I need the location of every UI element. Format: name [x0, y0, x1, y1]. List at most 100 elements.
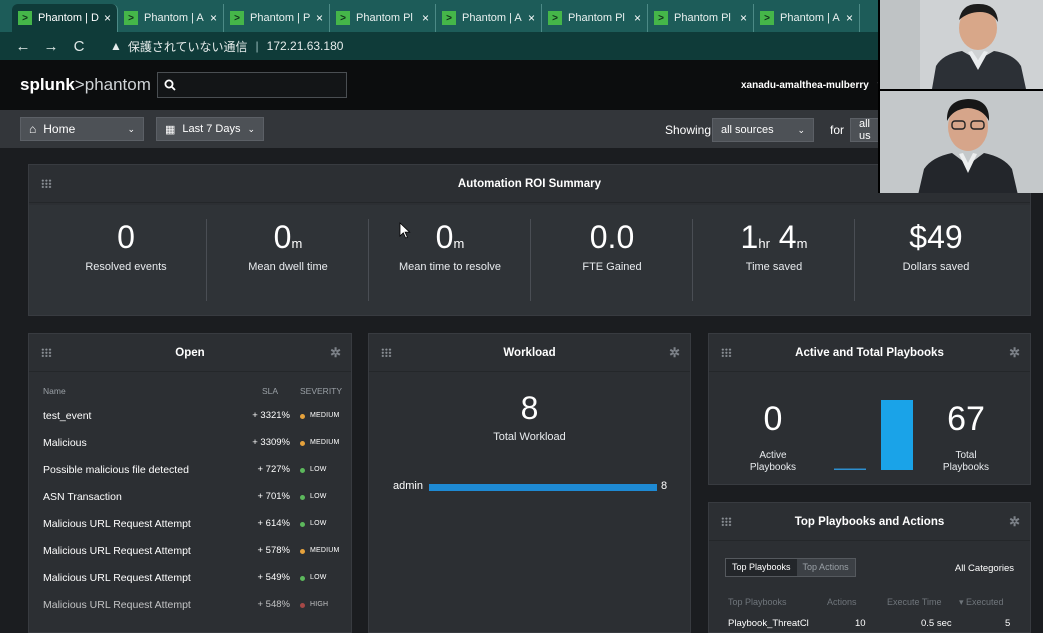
forward-icon[interactable]: → [40, 38, 62, 55]
gear-icon[interactable]: ✲ [1009, 345, 1020, 361]
drag-handle-icon[interactable] [721, 517, 732, 526]
drag-handle-icon[interactable] [381, 348, 392, 357]
splunk-phantom-logo[interactable]: splunk>phantom [20, 75, 151, 95]
close-icon[interactable]: × [528, 11, 535, 25]
col-severity-header[interactable]: SEVERITY [300, 386, 342, 396]
screen: > Phantom | D × > Phantom | A × > Phantom | P × >… [0, 0, 1043, 633]
gear-icon[interactable]: ✲ [1009, 514, 1020, 530]
close-icon[interactable]: × [846, 11, 853, 25]
close-icon[interactable]: × [316, 11, 323, 25]
close-icon[interactable]: × [210, 11, 217, 25]
sources-dropdown[interactable]: all sources ⌄ [712, 118, 814, 142]
date-range-dropdown[interactable]: ▦ Last 7 Days ⌄ [156, 117, 264, 141]
browser-tab[interactable]: > Phantom | P × [224, 4, 330, 32]
search-box[interactable] [157, 72, 347, 98]
table-row[interactable]: ASN Transaction + 701% LOW [29, 485, 351, 512]
metric-divider [692, 219, 693, 301]
browser-tab[interactable]: > Phantom | A × [436, 4, 542, 32]
metric-number: $49 [909, 219, 963, 255]
playbooks-bar-chart [834, 400, 913, 471]
gear-icon[interactable]: ✲ [669, 345, 680, 361]
playbooks-title: Active and Total Playbooks [795, 346, 944, 359]
browser-tab[interactable]: > Phantom Pl × [330, 4, 436, 32]
browser-tab[interactable]: > Phantom Pl × [542, 4, 648, 32]
browser-tab[interactable]: > Phantom | D × [12, 4, 118, 32]
event-name[interactable]: Malicious URL Request Attempt [43, 572, 191, 584]
bar-active[interactable] [834, 468, 866, 471]
search-input[interactable] [182, 78, 342, 92]
top-col-header[interactable]: Top Playbooks [728, 597, 787, 607]
metric-number: 0 [435, 219, 454, 255]
metric-unit: m [291, 236, 303, 251]
mouse-cursor-icon [399, 222, 411, 239]
close-icon[interactable]: × [634, 11, 641, 25]
metric-unit-2: m [796, 236, 808, 251]
workload-user-name: admin [393, 480, 423, 492]
home-dropdown-label: Home [43, 122, 76, 136]
reload-icon[interactable]: C [68, 38, 90, 55]
event-sla: + 3309% [252, 437, 290, 448]
severity-dot-icon [300, 468, 305, 473]
warning-icon[interactable]: ▲ [110, 39, 122, 53]
browser-tab-label: Phantom | D [38, 12, 99, 24]
roi-metric: 0 Resolved events [45, 217, 207, 297]
user-menu[interactable]: xanadu-amalthea-mulberry ve [741, 80, 888, 91]
logo-phantom: phantom [84, 75, 151, 94]
severity-dot-icon [300, 441, 305, 446]
security-status-text[interactable]: 保護されていない通信 [128, 38, 248, 55]
phantom-favicon-icon: > [230, 11, 244, 25]
browser-tab-label: Phantom | P [250, 12, 311, 24]
home-dropdown[interactable]: ⌂ Home ⌄ [20, 117, 144, 141]
active-playbooks-label: Active Playbooks [749, 450, 797, 473]
for-label: for [830, 123, 845, 137]
event-name[interactable]: Malicious [43, 437, 87, 449]
event-severity: LOW [310, 492, 327, 500]
close-icon[interactable]: × [740, 11, 747, 25]
table-row[interactable]: Malicious URL Request Attempt + 614% LOW [29, 512, 351, 539]
browser-tab[interactable]: > Phantom | A × [754, 4, 860, 32]
top-tabs: Top Playbooks Top Actions [725, 558, 856, 577]
metric-value: $49 [855, 217, 1017, 257]
url-text[interactable]: 172.21.63.180 [267, 39, 344, 53]
table-row[interactable]: Malicious URL Request Attempt + 548% HIGH [29, 593, 351, 620]
severity-dot-icon [300, 549, 305, 554]
col-name-header[interactable]: Name [43, 386, 66, 396]
top-col-header[interactable]: Actions [827, 597, 857, 607]
event-name[interactable]: Malicious URL Request Attempt [43, 545, 191, 557]
event-sla: + 727% [257, 464, 291, 475]
browser-tab[interactable]: > Phantom Pl × [648, 4, 754, 32]
bar-total[interactable] [881, 400, 913, 470]
back-icon[interactable]: ← [12, 38, 34, 55]
top-col-header[interactable]: Execute Time [887, 597, 942, 607]
metric-label: Dollars saved [902, 261, 970, 273]
event-name[interactable]: ASN Transaction [43, 491, 122, 503]
gear-icon[interactable]: ✲ [330, 345, 341, 361]
tab-top-actions[interactable]: Top Actions [796, 559, 855, 576]
drag-handle-icon[interactable] [41, 348, 52, 357]
tab-top-playbooks[interactable]: Top Playbooks [726, 559, 797, 576]
drag-handle-icon[interactable] [41, 179, 52, 188]
severity-dot-icon [300, 495, 305, 500]
top-col-header[interactable]: ▾ Executed [959, 597, 1004, 608]
close-icon[interactable]: × [104, 11, 111, 25]
top-table-row[interactable]: Playbook_ThreatCl 10 0.5 sec 5 [709, 618, 1030, 632]
drag-handle-icon[interactable] [721, 348, 732, 357]
browser-tab[interactable]: > Phantom | A × [118, 4, 224, 32]
event-name[interactable]: Possible malicious file detected [43, 464, 189, 476]
close-icon[interactable]: × [422, 11, 429, 25]
search-icon [164, 79, 176, 91]
event-name[interactable]: Malicious URL Request Attempt [43, 599, 191, 611]
workload-bar[interactable] [429, 484, 657, 491]
event-name[interactable]: test_event [43, 410, 91, 422]
metric-label: Time saved [745, 261, 803, 273]
categories-dropdown[interactable]: All Categories [955, 563, 1014, 574]
event-name[interactable]: Malicious URL Request Attempt [43, 518, 191, 530]
dashboard-content: Automation ROI Summary 0 Resolved events 0… [0, 148, 1043, 633]
table-row[interactable]: test_event + 3321% MEDIUM [29, 404, 351, 431]
table-row[interactable]: Malicious + 3309% MEDIUM [29, 431, 351, 458]
col-sla-header[interactable]: SLA [262, 386, 278, 396]
playbook-execute-time: 0.5 sec [921, 618, 952, 629]
table-row[interactable]: Malicious URL Request Attempt + 549% LOW [29, 566, 351, 593]
table-row[interactable]: Malicious URL Request Attempt + 578% MEDIU… [29, 539, 351, 566]
table-row[interactable]: Possible malicious file detected + 727% LO… [29, 458, 351, 485]
